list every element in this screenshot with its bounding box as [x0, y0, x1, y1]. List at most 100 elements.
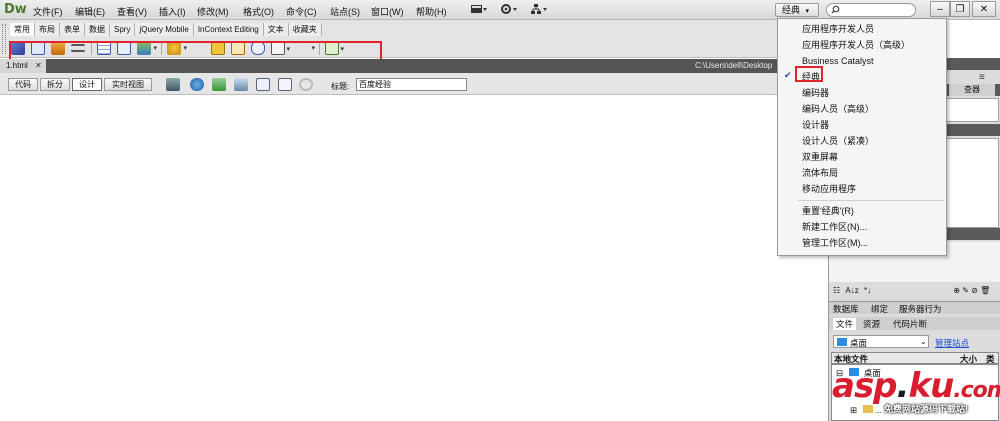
- disable-style-icon[interactable]: ⊘: [971, 286, 978, 295]
- page-title-input[interactable]: [356, 78, 467, 91]
- panel-grip[interactable]: [2, 24, 6, 54]
- ws-item-app-developer-plus[interactable]: 应用程序开发人员（高级）: [778, 37, 946, 53]
- watermark-logo: asp.ku.com: [832, 366, 1000, 406]
- file-management-icon[interactable]: [212, 78, 226, 91]
- workspace-label: 经典: [782, 5, 801, 15]
- ws-action-new[interactable]: 新建工作区(N)...: [778, 219, 946, 235]
- refresh-icon[interactable]: [299, 78, 313, 91]
- db-tab-strip: 数据库 绑定 服务器行为: [829, 301, 1000, 314]
- tree-row[interactable]: ⊞ ...: [850, 405, 882, 416]
- dw-logo: Dw: [4, 2, 27, 17]
- ws-item-coder[interactable]: 编码器: [778, 85, 946, 101]
- chevron-down-icon: ⌄: [920, 337, 927, 346]
- insert-tab-spry[interactable]: Spry: [110, 23, 136, 36]
- w3c-validation-icon[interactable]: [234, 78, 248, 91]
- watermark-brand-com: .com: [953, 378, 1000, 403]
- ws-action-manage[interactable]: 管理工作区(M)...: [778, 235, 946, 251]
- ws-item-coder-plus[interactable]: 编码人员（高级）: [778, 101, 946, 117]
- insert-tab-incontext[interactable]: InContext Editing: [193, 23, 264, 36]
- files-tab-strip: 文件 资源 代码片断: [829, 317, 1000, 330]
- insert-tab-forms[interactable]: 表单: [60, 23, 85, 36]
- tab-files[interactable]: 文件: [833, 318, 857, 330]
- insert-tab-bar: 常用 布局 表单 数据 Spry jQuery Mobile InContext…: [10, 23, 322, 36]
- attach-style-icon[interactable]: ⊕: [953, 286, 960, 295]
- ws-item-mobile-apps[interactable]: 移动应用程序: [778, 181, 946, 197]
- ws-action-reset[interactable]: 重置'经典'(R): [778, 203, 946, 219]
- document-tab-bar: 1.html ✕ C:\Users\dell\Desktop: [0, 59, 828, 73]
- insert-tab-layout[interactable]: 布局: [35, 23, 60, 36]
- ws-item-designer-compact[interactable]: 设计人员（紧凑）: [778, 133, 946, 149]
- highlight-box-classic: [795, 66, 823, 82]
- watermark-subtitle: 免费网站源码下载站!: [884, 404, 968, 414]
- ws-item-designer[interactable]: 设计器: [778, 117, 946, 133]
- ws-item-fluid-layout[interactable]: 流体布局: [778, 165, 946, 181]
- tree-label: ...: [874, 405, 882, 415]
- watermark-brand-dot: .: [896, 366, 910, 406]
- view-code-button[interactable]: 代码: [8, 78, 38, 91]
- insert-tab-favorites[interactable]: 收藏夹: [288, 23, 322, 36]
- css-toolbar: ☷ A↓z *↓ ⊕ ✎ ⊘ 🗑: [833, 286, 997, 298]
- menu-site[interactable]: 站点(S): [330, 5, 360, 18]
- menu-file[interactable]: 文件(F): [33, 5, 63, 18]
- menu-commands[interactable]: 命令(C): [286, 5, 317, 18]
- menu-format[interactable]: 格式(O): [243, 5, 274, 18]
- panel-tab-inspector[interactable]: 查器: [949, 84, 995, 96]
- panel-menu-icon[interactable]: ≡: [979, 72, 985, 83]
- folder-icon: [862, 405, 873, 413]
- tab-bindings[interactable]: 绑定: [871, 303, 888, 315]
- site-select[interactable]: 桌面 ⌄: [833, 335, 929, 348]
- close-tab-icon[interactable]: ✕: [35, 59, 42, 73]
- layout-icon[interactable]: [470, 3, 488, 17]
- title-label: 标题:: [331, 82, 350, 91]
- tab-databases[interactable]: 数据库: [833, 303, 859, 315]
- ws-item-dual-screen[interactable]: 双重屏幕: [778, 149, 946, 165]
- preview-browser-icon[interactable]: [190, 78, 204, 91]
- menu-window[interactable]: 窗口(W): [371, 5, 404, 18]
- sort-az-icon[interactable]: A↓z: [845, 286, 858, 295]
- minimize-button[interactable]: –: [930, 1, 950, 17]
- document-path: C:\Users\dell\Desktop: [695, 61, 773, 70]
- menu-edit[interactable]: 编辑(E): [75, 5, 105, 18]
- manage-sites-link[interactable]: 管理站点: [935, 337, 969, 349]
- menu-bar: Dw 文件(F) 编辑(E) 查看(V) 插入(I) 修改(M) 格式(O) 命…: [0, 0, 1000, 20]
- tab-server-behaviors[interactable]: 服务器行为: [899, 303, 942, 315]
- insert-tab-data[interactable]: 数据: [85, 23, 110, 36]
- view-design-button[interactable]: 设计: [72, 78, 102, 91]
- menu-view[interactable]: 查看(V): [117, 5, 147, 18]
- view-live-button[interactable]: 实时视图: [104, 78, 152, 91]
- checkmark-icon: ✔: [784, 70, 792, 80]
- design-canvas[interactable]: [0, 96, 828, 421]
- insert-tab-jquery-mobile[interactable]: jQuery Mobile: [135, 23, 194, 36]
- close-icon: ✕: [979, 4, 989, 15]
- help-search-input[interactable]: [826, 3, 916, 17]
- search-icon: [831, 5, 840, 16]
- insert-tab-common[interactable]: 常用: [10, 23, 35, 36]
- minimize-icon: –: [937, 4, 943, 15]
- view-split-button[interactable]: 拆分: [40, 78, 70, 91]
- delete-style-icon[interactable]: 🗑: [980, 286, 990, 295]
- category-view-icon[interactable]: ☷: [833, 286, 840, 295]
- insert-tab-text[interactable]: 文本: [263, 23, 289, 36]
- visual-aids-icon[interactable]: [278, 78, 292, 91]
- check-compat-icon[interactable]: [256, 78, 270, 91]
- ws-item-app-developer[interactable]: 应用程序开发人员: [778, 21, 946, 37]
- menu-help[interactable]: 帮助(H): [416, 5, 447, 18]
- restore-button[interactable]: ❐: [950, 1, 970, 17]
- site-icon[interactable]: [530, 3, 550, 17]
- restore-icon: ❐: [955, 4, 965, 15]
- close-window-button[interactable]: ✕: [972, 1, 996, 17]
- file-columns-header: 本地文件 大小 类: [831, 352, 999, 364]
- edit-style-icon[interactable]: ✎: [962, 286, 969, 295]
- watermark-brand-right: ku: [908, 366, 954, 406]
- workspace-dropdown-menu: 应用程序开发人员 应用程序开发人员（高级） Business Catalyst …: [777, 18, 947, 256]
- set-properties-icon[interactable]: *↓: [864, 286, 871, 295]
- menu-modify[interactable]: 修改(M): [197, 5, 229, 18]
- document-tab-label: 1.html: [6, 61, 28, 70]
- multiscreen-icon[interactable]: [166, 78, 180, 91]
- tab-snippets[interactable]: 代码片断: [893, 318, 927, 330]
- workspace-switcher-button[interactable]: 经典 ▾: [775, 3, 819, 17]
- desktop-icon: [837, 338, 847, 346]
- extend-gear-icon[interactable]: [500, 3, 520, 17]
- tab-assets[interactable]: 资源: [863, 318, 880, 330]
- menu-insert[interactable]: 插入(I): [159, 5, 186, 18]
